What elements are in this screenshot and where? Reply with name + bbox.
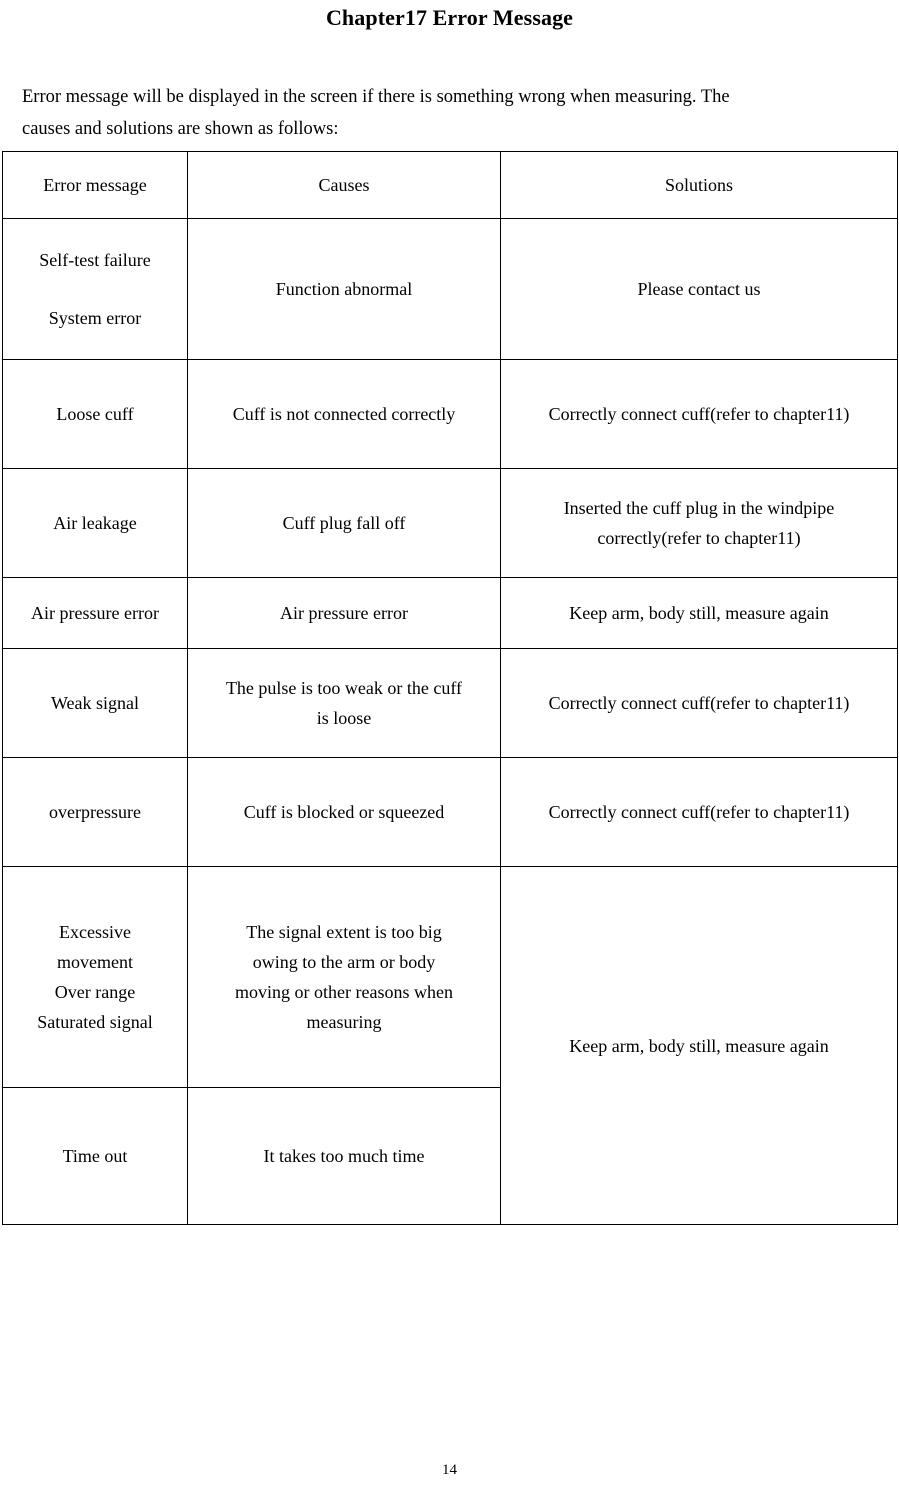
cell-causes: Cuff is not connected correctly bbox=[187, 359, 501, 469]
cell-error-message: overpressure bbox=[2, 757, 188, 867]
cell-error-message: Self-test failure System error bbox=[2, 218, 188, 360]
cell-solutions: Correctly connect cuff(refer to chapter1… bbox=[500, 757, 898, 867]
cell-error-message: Air pressure error bbox=[2, 577, 188, 649]
causes-line-1: The signal extent is too big bbox=[246, 922, 442, 942]
solutions-line-1: Inserted the cuff plug in the windpipe bbox=[563, 498, 835, 518]
cell-error-message: Air leakage bbox=[2, 468, 188, 578]
cell-error-message: Weak signal bbox=[2, 648, 188, 758]
table-row: Self-test failure System error Function … bbox=[2, 218, 898, 360]
table-row: Air leakage Cuff plug fall off Inserted … bbox=[2, 468, 898, 578]
error-message-line-2: System error bbox=[48, 308, 142, 328]
cell-solutions: Inserted the cuff plug in the windpipe c… bbox=[500, 468, 898, 578]
error-message-line-1: Excessive bbox=[59, 922, 131, 942]
solutions-line-2: correctly(refer to chapter11) bbox=[597, 528, 801, 548]
error-message-line-3: Over range bbox=[54, 982, 136, 1002]
cell-error-message: Loose cuff bbox=[2, 359, 188, 469]
cell-solutions: Keep arm, body still, measure again bbox=[500, 577, 898, 649]
column-header-solutions: Solutions bbox=[500, 151, 898, 219]
causes-line-1: The pulse is too weak or the cuff bbox=[225, 678, 463, 698]
cell-solutions: Please contact us bbox=[500, 218, 898, 360]
page-number: 14 bbox=[442, 1462, 457, 1478]
column-header-error-message: Error message bbox=[2, 151, 188, 219]
cell-solutions-merged: Keep arm, body still, measure again bbox=[500, 866, 898, 1225]
table-row: overpressure Cuff is blocked or squeezed… bbox=[2, 757, 898, 867]
cell-causes: Cuff is blocked or squeezed bbox=[187, 757, 501, 867]
table-row: Loose cuff Cuff is not connected correct… bbox=[2, 359, 898, 469]
cell-error-message: Time out bbox=[2, 1087, 188, 1225]
causes-line-4: measuring bbox=[306, 1012, 382, 1032]
cell-causes: Air pressure error bbox=[187, 577, 501, 649]
cell-causes: Function abnormal bbox=[187, 218, 501, 360]
document-page: Chapter17 Error Message Error message wi… bbox=[0, 3, 899, 1487]
causes-line-2: owing to the arm or body bbox=[252, 952, 436, 972]
intro-paragraph: Error message will be displayed in the s… bbox=[0, 81, 899, 145]
column-header-causes: Causes bbox=[187, 151, 501, 219]
cell-causes: It takes too much time bbox=[187, 1087, 501, 1225]
cell-causes: The pulse is too weak or the cuff is loo… bbox=[187, 648, 501, 758]
page-title: Chapter17 Error Message bbox=[325, 5, 574, 30]
error-message-line-2: movement bbox=[57, 952, 133, 972]
intro-line-2: causes and solutions are shown as follow… bbox=[22, 119, 339, 139]
table-row: Excessive movement Over range Saturated … bbox=[2, 866, 898, 1225]
cell-error-message: Excessive movement Over range Saturated … bbox=[2, 866, 188, 1088]
line-spacer bbox=[8, 275, 182, 303]
cell-solutions: Correctly connect cuff(refer to chapter1… bbox=[500, 648, 898, 758]
cell-causes: The signal extent is too big owing to th… bbox=[187, 866, 501, 1088]
cell-solutions: Correctly connect cuff(refer to chapter1… bbox=[500, 359, 898, 469]
causes-line-3: moving or other reasons when bbox=[235, 982, 453, 1002]
table-header-row: Error message Causes Solutions bbox=[2, 151, 898, 219]
intro-line-1: Error message will be displayed in the s… bbox=[22, 87, 730, 107]
error-message-line-1: Self-test failure bbox=[39, 250, 151, 270]
causes-line-2: is loose bbox=[316, 708, 372, 728]
cell-causes: Cuff plug fall off bbox=[187, 468, 501, 578]
table-row: Weak signal The pulse is too weak or the… bbox=[2, 648, 898, 758]
error-message-table: Error message Causes Solutions Self-test… bbox=[2, 151, 898, 1225]
error-message-line-4: Saturated signal bbox=[37, 1012, 153, 1032]
table-row: Air pressure error Air pressure error Ke… bbox=[2, 577, 898, 649]
